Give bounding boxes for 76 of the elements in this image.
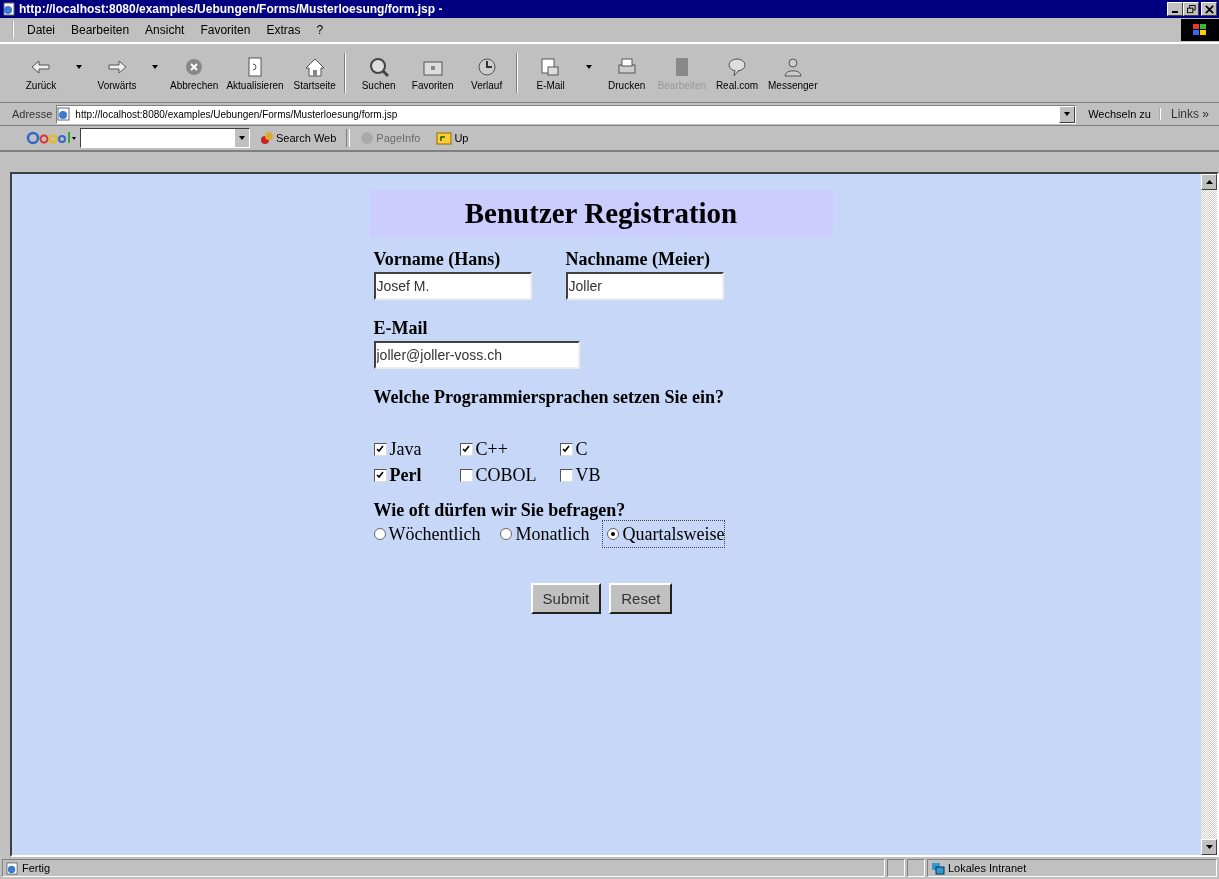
checkbox[interactable] (373, 442, 387, 456)
radio-button[interactable] (607, 528, 620, 540)
links-button[interactable]: Links » (1164, 106, 1215, 122)
google-logo[interactable] (26, 129, 76, 147)
toolbar-button[interactable]: Favoriten (405, 53, 460, 93)
google-search-field[interactable] (80, 128, 250, 148)
up-button[interactable]: Up (430, 131, 475, 145)
toolbar-button[interactable]: Drucken (599, 53, 654, 93)
folder-up-icon (436, 131, 453, 145)
restore-icon (1186, 4, 1196, 14)
menu-item[interactable]: Datei (20, 21, 62, 39)
form-button[interactable]: Reset (609, 583, 673, 614)
toolbar-button[interactable]: Startseite (287, 53, 342, 93)
minimize-button[interactable] (1167, 2, 1183, 16)
toolbar-button[interactable]: E-Mail (523, 53, 578, 93)
checkbox-label: Perl (389, 464, 422, 487)
menu-item[interactable]: Extras (259, 21, 308, 39)
toolbar-button[interactable]: Real.com (710, 53, 764, 93)
checkbox[interactable] (373, 468, 387, 482)
form-button[interactable]: Submit (530, 583, 602, 614)
email-field[interactable]: joller@joller-voss.ch (373, 341, 580, 369)
address-label: Adresse (12, 108, 53, 120)
restore-button[interactable] (1183, 2, 1199, 16)
go-button[interactable]: Wechseln zu (1080, 108, 1161, 120)
toolbar-button[interactable]: Suchen (351, 53, 406, 93)
radio-button[interactable] (373, 528, 386, 540)
toolbar-button[interactable]: Zurück (14, 53, 68, 93)
field-label: Vorname (Hans) (373, 248, 502, 271)
checkbox[interactable] (459, 468, 473, 482)
close-icon (1204, 4, 1214, 14)
checkbox[interactable] (459, 442, 473, 456)
minimize-icon (1172, 11, 1178, 13)
radio-button[interactable] (500, 528, 513, 540)
menu-item[interactable]: ? (309, 21, 331, 39)
radio-label: Quartalsweise (622, 523, 725, 546)
radio-label: Wöchentlich (388, 523, 481, 546)
page-icon (6, 861, 19, 875)
question-label: Welche Programmiersprachen setzen Sie ein? (373, 387, 725, 408)
checkbox-label: C++ (475, 438, 508, 461)
scroll-down-icon[interactable] (1201, 839, 1217, 855)
field-label: Nachname (Meier) (565, 248, 711, 271)
menu-item[interactable]: Favoriten (193, 21, 258, 39)
status-text: Fertig (22, 862, 51, 874)
menu-item[interactable]: Bearbeiten (64, 21, 137, 39)
page-icon (2, 2, 16, 16)
checkbox-label: COBOL (475, 464, 537, 487)
toolbar-button[interactable]: Vorwärts (90, 53, 144, 93)
address-field[interactable]: http://localhost:8080/examples/Uebungen/Forms/Musterloesung/form.jsp (56, 104, 1077, 124)
form-title: Benutzer Registration (369, 190, 833, 237)
zone-text: Lokales Intranet (948, 862, 1027, 874)
bubble-icon (725, 55, 749, 78)
toolbar-button[interactable]: Abbrechen (166, 53, 223, 93)
menu-item[interactable]: Ansicht (138, 21, 192, 39)
search-web-button[interactable]: Search Web (254, 131, 343, 145)
checkbox-label: C (575, 438, 588, 461)
windows-logo-icon (1181, 19, 1219, 41)
window-title: http://localhost:8080/examples/Uebungen/Forms/Musterloesung/form.jsp - (19, 2, 444, 16)
toolbar-button[interactable]: Verlauf (459, 53, 514, 93)
field-label: E-Mail (373, 317, 429, 340)
toolbar-button[interactable]: Aktualisieren (222, 53, 288, 93)
status-panel (887, 859, 905, 877)
radio-label: Monatlich (515, 523, 590, 546)
close-button[interactable] (1201, 2, 1217, 16)
network-icon (931, 861, 945, 875)
checkbox-label: VB (575, 464, 601, 487)
status-panel (907, 859, 925, 877)
scroll-up-icon[interactable] (1201, 174, 1217, 190)
input-field[interactable]: Joller (565, 272, 724, 300)
checkbox[interactable] (559, 468, 573, 482)
scrollbar[interactable] (1201, 174, 1217, 855)
checkbox[interactable] (559, 442, 573, 456)
page-icon (57, 107, 72, 121)
input-field[interactable]: Josef M. (373, 272, 532, 300)
checkbox-label: Java (389, 438, 422, 461)
question-label: Wie oft dürfen wir Sie befragen? (373, 500, 626, 521)
toolbar-button[interactable]: Messenger (764, 53, 822, 93)
